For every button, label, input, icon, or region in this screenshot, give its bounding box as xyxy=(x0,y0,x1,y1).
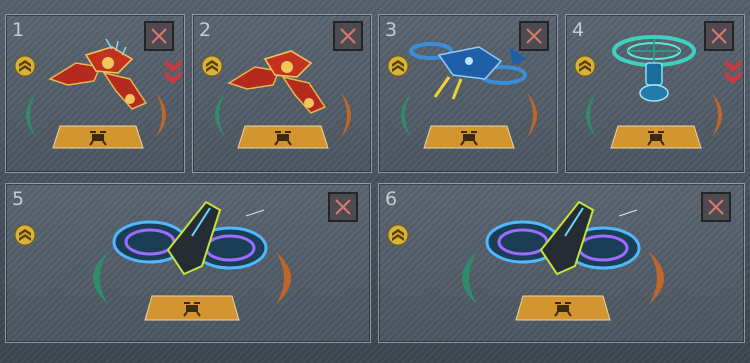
twin-disc-hover-craft xyxy=(485,200,641,276)
right-arc xyxy=(341,93,351,137)
rank-chevron-icon xyxy=(574,55,596,77)
left-arc xyxy=(215,93,225,137)
slot-number: 5 xyxy=(12,188,25,210)
left-arc xyxy=(462,252,477,304)
rank-chevron-icon xyxy=(201,55,223,77)
close-icon xyxy=(711,28,727,44)
close-icon xyxy=(335,199,351,215)
slot-number: 2 xyxy=(199,19,212,41)
rank-chevron-icon xyxy=(14,55,36,77)
right-arc xyxy=(156,93,166,137)
close-icon xyxy=(708,199,724,215)
left-arc xyxy=(26,93,36,137)
remove-button[interactable] xyxy=(333,21,363,51)
rank-chevron-icon xyxy=(14,224,36,246)
twin-disc-hover-craft xyxy=(112,200,268,276)
unit-slot-2[interactable]: 2 xyxy=(192,14,372,173)
deploy-pad xyxy=(144,295,240,321)
downgrade-chevrons-icon xyxy=(725,59,741,84)
unit-slot-4[interactable]: 4 xyxy=(565,14,745,173)
rank-chevron-icon xyxy=(387,55,409,77)
unit-slot-3[interactable]: 3 xyxy=(378,14,558,173)
deploy-pad xyxy=(610,125,702,149)
remove-button[interactable] xyxy=(328,192,358,222)
slot-number: 1 xyxy=(12,19,25,41)
unit-slot-6[interactable]: 6 xyxy=(378,183,745,343)
rank-chevron-icon xyxy=(387,224,409,246)
left-arc xyxy=(93,252,108,304)
red-gold-fighter-craft xyxy=(48,38,148,110)
remove-button[interactable] xyxy=(701,192,731,222)
teal-rotor-drone-craft xyxy=(612,35,696,102)
red-gold-fighter-craft xyxy=(227,50,327,114)
close-icon xyxy=(151,28,167,44)
right-arc xyxy=(527,93,537,137)
deploy-pad xyxy=(52,125,144,149)
slot-number: 4 xyxy=(572,19,585,41)
right-arc xyxy=(712,93,722,137)
close-icon xyxy=(340,28,356,44)
left-arc xyxy=(401,93,411,137)
slot-number: 3 xyxy=(385,19,398,41)
remove-button[interactable] xyxy=(704,21,734,51)
unit-slot-5[interactable]: 5 xyxy=(5,183,371,343)
deploy-pad xyxy=(515,295,611,321)
right-arc xyxy=(276,252,291,304)
left-arc xyxy=(586,93,596,137)
downgrade-chevrons-icon xyxy=(165,59,181,84)
blue-hover-gunship-craft xyxy=(409,42,527,100)
deploy-pad xyxy=(237,125,329,149)
unit-slot-1[interactable]: 1 xyxy=(5,14,185,173)
slot-number: 6 xyxy=(385,188,398,210)
deploy-pad xyxy=(423,125,515,149)
right-arc xyxy=(649,252,664,304)
